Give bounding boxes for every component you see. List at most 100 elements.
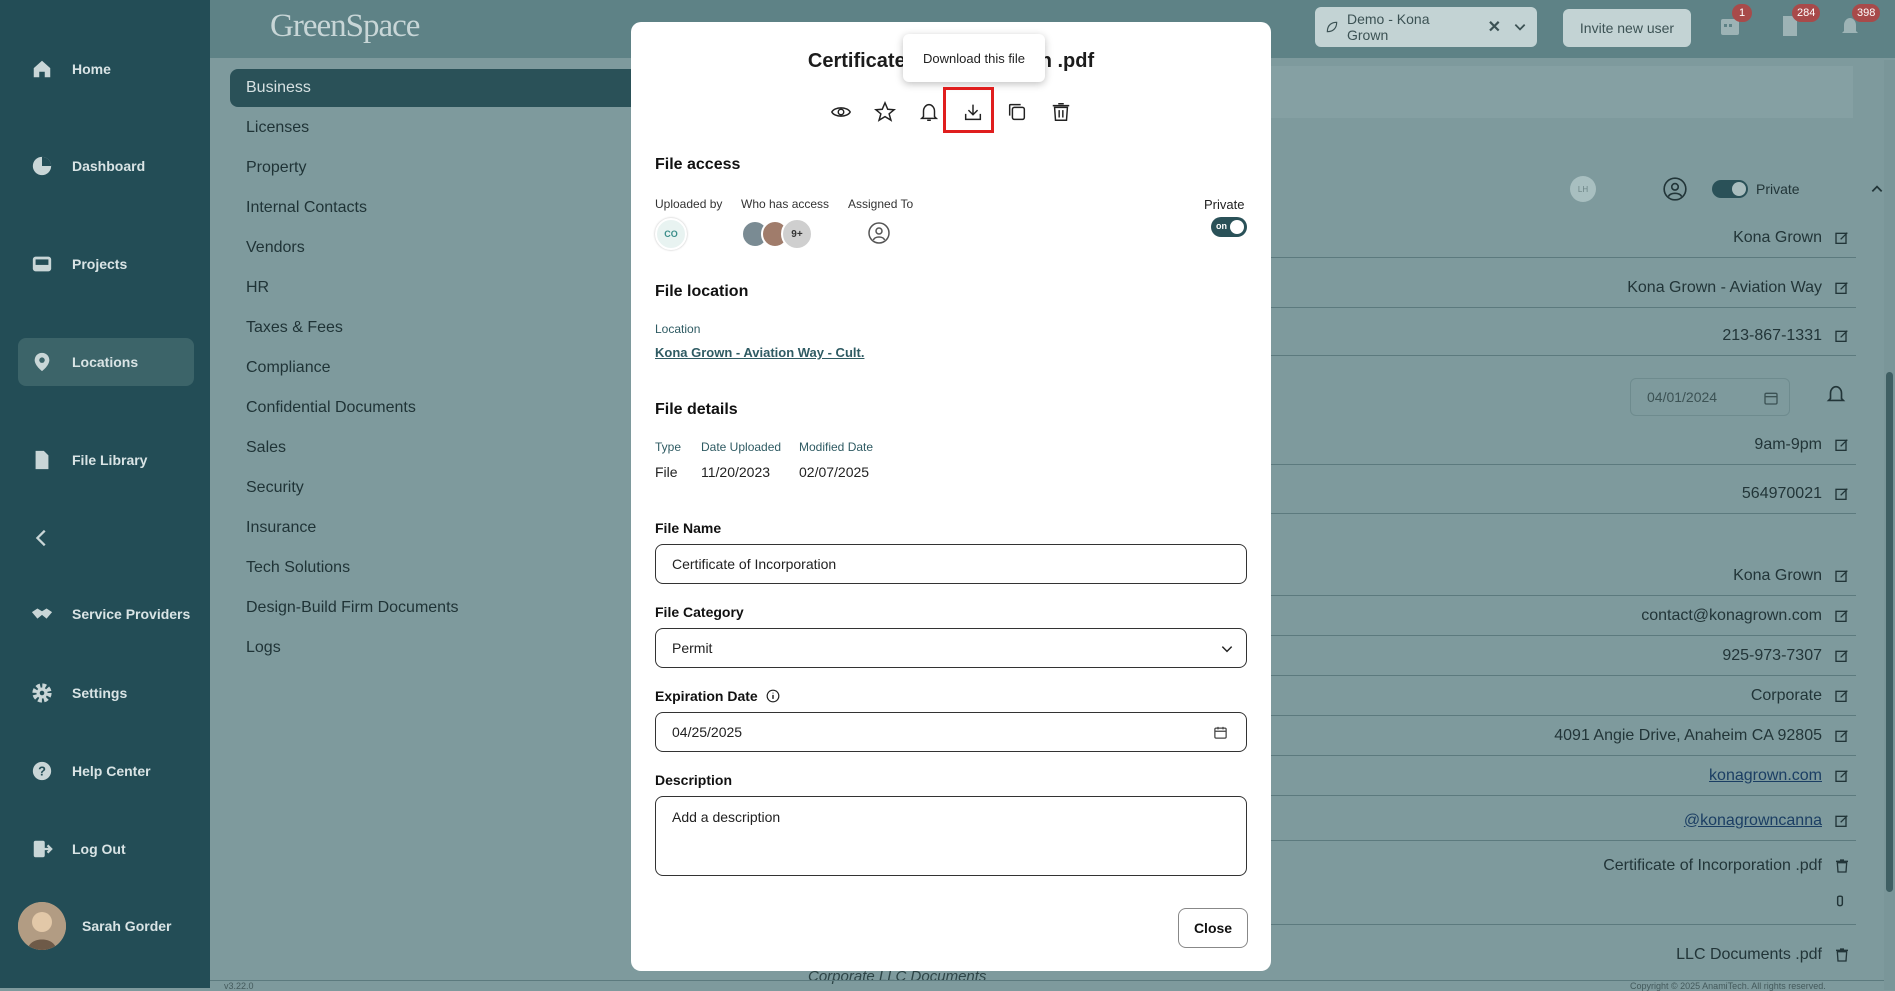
edit-icon[interactable] [1834,768,1850,784]
chevron-down-icon[interactable] [1513,20,1527,34]
delete-button[interactable] [1045,96,1077,128]
social-link[interactable]: @konagrowncanna [1684,812,1822,830]
private-toggle[interactable] [1712,180,1748,198]
category-item[interactable]: Business [230,69,650,107]
website-link[interactable]: konagrown.com [1709,767,1822,785]
collapse-sidebar-button[interactable] [18,514,194,562]
property-row: Kona Grown [1270,556,1856,596]
download-tooltip: Download this file [903,34,1045,82]
category-item[interactable]: Logs [230,629,650,667]
category-item[interactable]: Licenses [230,109,650,147]
property-row: 925-973-7307 [1270,636,1856,676]
file-category-select[interactable]: Permit [655,628,1247,668]
property-value: 9am-9pm [1754,435,1822,453]
category-item[interactable]: Property [230,149,650,187]
alerts-button[interactable]: 398 [1838,4,1881,42]
add-user-icon[interactable] [1662,176,1688,202]
private-label: Private [1204,197,1245,212]
edit-icon[interactable] [1834,568,1850,584]
star-icon [874,101,896,122]
bell-icon[interactable] [1825,383,1847,405]
category-item[interactable]: Insurance [230,509,650,547]
modified-date-label: Modified Date [799,440,874,454]
category-item[interactable]: Confidential Documents [230,389,650,427]
access-more-count[interactable]: 9+ [781,218,813,250]
category-item[interactable]: Compliance [230,349,650,387]
title-end: n .pdf [1039,50,1095,72]
property-value: Kona Grown [1733,228,1822,246]
favorite-button[interactable] [869,96,901,128]
property-value: 4091 Angie Drive, Anaheim CA 92805 [1554,726,1822,744]
edit-icon[interactable] [1834,688,1850,704]
edit-icon[interactable] [1834,280,1850,296]
nav-help-center[interactable]: ? Help Center [18,747,194,795]
category-item[interactable]: HR [230,269,650,307]
paperclip-icon[interactable] [1833,893,1847,909]
edit-icon[interactable] [1834,230,1850,246]
category-item[interactable]: Security [230,469,650,507]
trash-icon[interactable] [1834,858,1850,874]
assign-user-button[interactable] [867,221,891,245]
bell-icon [919,103,939,121]
category-item[interactable]: Internal Contacts [230,189,650,227]
chevron-up-icon[interactable] [1870,182,1884,196]
edit-icon[interactable] [1834,328,1850,344]
nav-locations[interactable]: Locations [18,338,194,386]
file-name-input[interactable]: Certificate of Incorporation [655,544,1247,584]
nav-service-providers[interactable]: Service Providers [18,590,194,638]
close-button[interactable]: Close [1178,908,1248,948]
content-toolbar [1265,66,1853,118]
map-pin-icon [30,350,54,374]
nav-dashboard[interactable]: Dashboard [18,142,194,190]
clear-icon[interactable]: ✕ [1488,17,1501,37]
location-link[interactable]: Kona Grown - Aviation Way - Cult. [655,345,864,360]
category-item[interactable]: Tech Solutions [230,549,650,587]
calendar-notifications-button[interactable]: 1 [1718,4,1752,42]
organization-select[interactable]: Demo - Kona Grown ✕ [1315,7,1537,47]
nav-projects[interactable]: Projects [18,240,194,288]
edit-icon[interactable] [1834,648,1850,664]
property-row: contact@konagrown.com [1270,596,1856,636]
section-heading: File location [655,283,749,300]
who-has-access-label: Who has access [741,197,830,211]
edit-icon[interactable] [1834,486,1850,502]
modified-date-value: 02/07/2025 [799,464,870,480]
category-item[interactable]: Vendors [230,229,650,267]
property-value: 213-867-1331 [1722,326,1822,344]
private-toggle[interactable] [1211,217,1247,237]
invite-user-button[interactable]: Invite new user [1563,9,1691,47]
category-item[interactable]: Sales [230,429,650,467]
nav-home[interactable]: Home [18,45,194,93]
expiration-date-input[interactable]: 04/25/2025 [655,712,1247,752]
info-icon[interactable] [766,689,780,703]
calendar-icon[interactable] [1213,725,1228,740]
description-textarea[interactable]: Add a description [655,796,1247,876]
attachment-name[interactable]: Certificate of Incorporation .pdf [1603,857,1822,875]
view-button[interactable] [825,96,857,128]
notification-badge: 398 [1852,4,1881,22]
app-logo[interactable]: GreenSpace [270,8,420,45]
copy-button[interactable] [1001,96,1033,128]
date-field[interactable]: 04/01/2024 [1630,378,1790,416]
edit-icon[interactable] [1834,813,1850,829]
documents-notifications-button[interactable]: 284 [1778,4,1821,42]
property-row: 564970021 [1270,474,1856,514]
nav-log-out[interactable]: Log Out [18,825,194,873]
trash-icon[interactable] [1834,947,1850,963]
category-item[interactable]: Taxes & Fees [230,309,650,347]
reminder-button[interactable] [913,96,945,128]
edit-icon[interactable] [1834,437,1850,453]
nav-settings[interactable]: Settings [18,669,194,717]
nav-file-library[interactable]: File Library [18,436,194,484]
scrollbar-thumb[interactable] [1886,372,1893,892]
attachment-name[interactable]: LLC Documents .pdf [1676,946,1822,964]
category-item[interactable]: Design-Build Firm Documents [230,589,650,627]
uploaded-by-label: Uploaded by [655,197,723,211]
property-value: Corporate [1750,686,1822,704]
edit-icon[interactable] [1834,728,1850,744]
chevron-left-icon [30,526,54,550]
user-profile[interactable]: Sarah Gorder [18,902,171,950]
type-value: File [655,464,678,480]
edit-icon[interactable] [1834,608,1850,624]
property-row: 9am-9pm [1270,425,1856,465]
